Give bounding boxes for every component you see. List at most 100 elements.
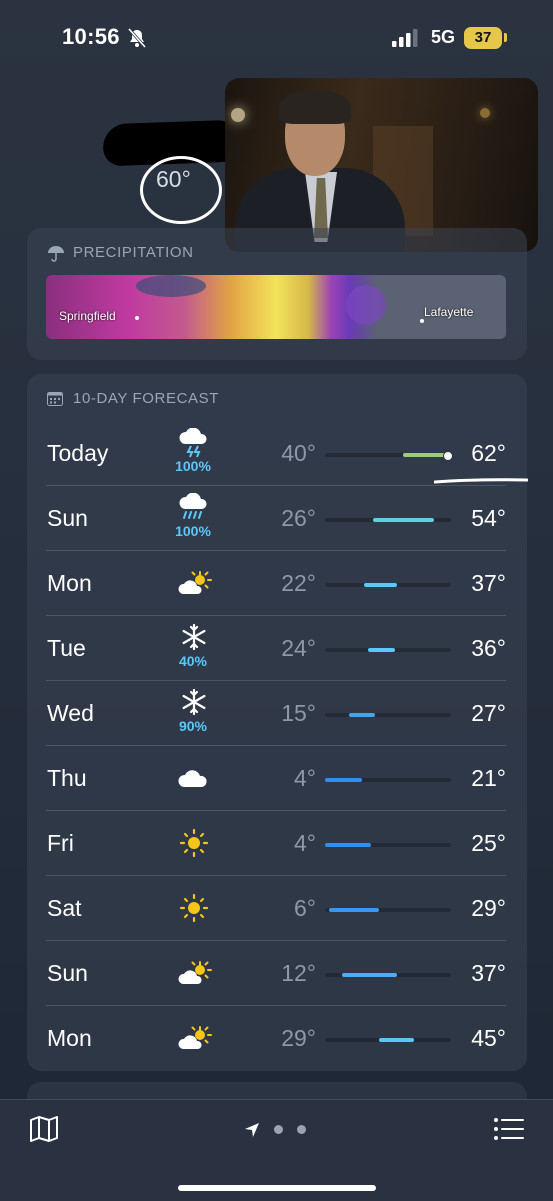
partly-sunny-icon <box>176 958 212 988</box>
temperature-range-fill <box>372 518 434 522</box>
temperature-range-fill <box>325 778 362 782</box>
forecast-row[interactable]: Mon 22° 37° <box>46 552 506 616</box>
row-divider <box>46 615 506 616</box>
video-lamp <box>480 108 490 118</box>
cellular-signal-icon <box>392 29 418 47</box>
low-temperature: 15° <box>281 700 316 726</box>
battery-cap <box>504 33 507 42</box>
video-lamp <box>231 108 245 122</box>
partly-sunny-icon <box>176 568 212 598</box>
silent-bell-icon <box>127 28 147 48</box>
low-temperature: 26° <box>281 505 316 531</box>
temperature-range-bar <box>325 648 451 652</box>
high-temperature: 25° <box>471 830 506 856</box>
forecast-title: 10-DAY FORECAST <box>73 390 219 407</box>
picture-in-picture-video[interactable] <box>225 78 538 252</box>
forecast-day: Sun <box>47 960 88 986</box>
forecast-day: Mon <box>47 1025 92 1051</box>
temperature-range-bar <box>325 908 451 912</box>
map-label-springfield: Springfield <box>59 309 116 323</box>
forecast-row[interactable]: Mon 29° 45° <box>46 1007 506 1071</box>
low-temperature: 6° <box>294 895 316 921</box>
map-label-lafayette: Lafayette <box>424 305 474 319</box>
temperature-range-fill <box>364 583 397 587</box>
forecast-row[interactable]: Wed 90% 15° 27° <box>46 682 506 746</box>
forecast-day: Today <box>47 440 109 466</box>
battery-level: 37 <box>464 27 502 49</box>
location-arrow-icon[interactable] <box>244 1122 260 1138</box>
temperature-range-bar <box>325 973 451 977</box>
forecast-row[interactable]: Sun 100% 26° 54° <box>46 487 506 551</box>
sun-icon <box>176 893 212 923</box>
temperature-range-bar <box>325 518 451 522</box>
current-temperature: 60° <box>156 166 191 192</box>
forecast-day: Sun <box>47 505 88 531</box>
umbrella-icon <box>48 246 64 262</box>
temperature-range-fill <box>368 648 395 652</box>
temperature-range-bar <box>325 583 451 587</box>
forecast-day: Sat <box>47 895 82 921</box>
temperature-range-fill <box>325 843 371 847</box>
map-icon[interactable] <box>29 1116 59 1142</box>
row-divider <box>46 550 506 551</box>
high-temperature: 21° <box>471 765 506 791</box>
forecast-row[interactable]: Tue 40% 24° 36° <box>46 617 506 681</box>
forecast-row[interactable]: Thu 4° 21° <box>46 747 506 811</box>
map-region <box>346 285 386 325</box>
temperature-range-bar <box>325 713 451 717</box>
low-temperature: 4° <box>294 830 316 856</box>
handdrawn-underline <box>434 478 528 484</box>
low-temperature: 22° <box>281 570 316 596</box>
high-temperature: 62° <box>471 440 506 466</box>
snow-icon <box>176 688 212 718</box>
temperature-range-fill <box>348 713 375 717</box>
precip-chance: 40% <box>178 653 208 669</box>
thunderstorm-icon <box>176 427 212 458</box>
map-city-dot <box>420 319 424 323</box>
high-temperature: 54° <box>471 505 506 531</box>
high-temperature: 37° <box>471 570 506 596</box>
precip-chance: 100% <box>175 523 211 539</box>
calendar-icon <box>47 392 63 406</box>
temperature-range-bar <box>325 778 451 782</box>
map-region <box>136 275 206 297</box>
row-divider <box>46 810 506 811</box>
partly-sunny-icon <box>176 1023 212 1053</box>
video-person-hair <box>279 90 351 124</box>
precipitation-card[interactable]: PRECIPITATION Springfield Lafayette <box>27 228 527 360</box>
forecast-row[interactable]: Fri 4° 25° <box>46 812 506 876</box>
low-temperature: 12° <box>281 960 316 986</box>
map-city-dot <box>135 316 139 320</box>
temperature-range-fill <box>379 1038 415 1042</box>
row-divider <box>46 875 506 876</box>
low-temperature: 4° <box>294 765 316 791</box>
temperature-range-fill <box>329 908 380 912</box>
forecast-row[interactable]: Sat 6° 29° <box>46 877 506 941</box>
home-indicator[interactable] <box>178 1185 376 1191</box>
page-dot[interactable] <box>274 1125 283 1134</box>
row-divider <box>46 485 506 486</box>
page-dot[interactable] <box>297 1125 306 1134</box>
status-bar: 10:56 5G 37 <box>0 0 553 76</box>
high-temperature: 29° <box>471 895 506 921</box>
high-temperature: 37° <box>471 960 506 986</box>
forecast-day: Thu <box>47 765 87 791</box>
temperature-range-bar <box>325 451 453 461</box>
forecast-day: Tue <box>47 635 86 661</box>
row-divider <box>46 745 506 746</box>
high-temperature: 36° <box>471 635 506 661</box>
row-divider <box>46 680 506 681</box>
row-divider <box>46 940 506 941</box>
precipitation-map[interactable]: Springfield Lafayette <box>46 275 506 339</box>
forecast-day: Mon <box>47 570 92 596</box>
low-temperature: 29° <box>281 1025 316 1051</box>
precip-chance: 90% <box>178 718 208 734</box>
heavy-rain-icon <box>176 492 212 523</box>
forecast-day: Fri <box>47 830 74 856</box>
forecast-row[interactable]: Today 100% 40° 62° <box>46 422 506 486</box>
current-temperature-dot <box>442 451 453 461</box>
row-divider <box>46 1005 506 1006</box>
list-icon[interactable] <box>494 1118 524 1140</box>
forecast-row[interactable]: Sun 12° 37° <box>46 942 506 1006</box>
network-type: 5G <box>431 27 456 47</box>
